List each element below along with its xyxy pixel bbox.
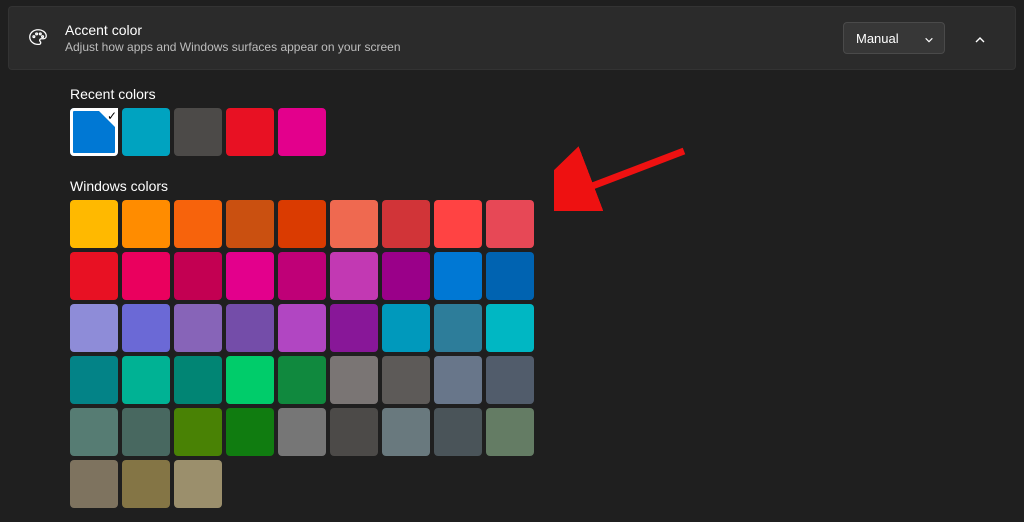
check-icon: ✓ xyxy=(107,109,117,123)
recent-colors-row: ✓ xyxy=(70,108,1024,156)
collapse-button[interactable] xyxy=(961,20,997,56)
windows-color-swatch[interactable] xyxy=(70,200,118,248)
windows-color-row xyxy=(70,304,1024,352)
windows-color-swatch[interactable] xyxy=(70,304,118,352)
accent-mode-dropdown[interactable]: Manual xyxy=(843,22,945,54)
recent-color-swatch[interactable] xyxy=(174,108,222,156)
windows-color-swatch[interactable] xyxy=(278,304,326,352)
windows-color-swatch[interactable] xyxy=(226,252,274,300)
accent-color-title: Accent color xyxy=(65,22,827,39)
windows-color-swatch[interactable] xyxy=(278,356,326,404)
windows-color-swatch[interactable] xyxy=(122,408,170,456)
palette-icon xyxy=(27,27,49,49)
windows-color-row xyxy=(70,460,1024,508)
windows-color-swatch[interactable] xyxy=(226,408,274,456)
windows-color-swatch[interactable] xyxy=(382,304,430,352)
windows-color-swatch[interactable] xyxy=(70,356,118,404)
windows-color-swatch[interactable] xyxy=(122,356,170,404)
windows-color-swatch[interactable] xyxy=(122,460,170,508)
windows-colors-label: Windows colors xyxy=(70,178,1024,194)
windows-color-row xyxy=(70,200,1024,248)
windows-color-swatch[interactable] xyxy=(486,356,534,404)
accent-color-header: Accent color Adjust how apps and Windows… xyxy=(8,6,1016,70)
windows-color-swatch[interactable] xyxy=(382,356,430,404)
chevron-up-icon xyxy=(974,33,984,43)
windows-color-swatch[interactable] xyxy=(382,408,430,456)
windows-color-swatch[interactable] xyxy=(434,200,482,248)
windows-color-swatch[interactable] xyxy=(330,252,378,300)
windows-colors-grid xyxy=(70,200,1024,508)
recent-color-swatch[interactable]: ✓ xyxy=(70,108,118,156)
windows-color-swatch[interactable] xyxy=(434,252,482,300)
windows-color-swatch[interactable] xyxy=(434,356,482,404)
windows-color-swatch[interactable] xyxy=(382,252,430,300)
windows-color-swatch[interactable] xyxy=(330,356,378,404)
recent-color-swatch[interactable] xyxy=(278,108,326,156)
recent-color-swatch[interactable] xyxy=(122,108,170,156)
windows-color-swatch[interactable] xyxy=(434,408,482,456)
windows-color-swatch[interactable] xyxy=(174,408,222,456)
windows-color-swatch[interactable] xyxy=(278,200,326,248)
windows-color-swatch[interactable] xyxy=(486,200,534,248)
windows-color-row xyxy=(70,252,1024,300)
accent-color-subtitle: Adjust how apps and Windows surfaces app… xyxy=(65,40,827,54)
windows-color-swatch[interactable] xyxy=(226,356,274,404)
windows-color-swatch[interactable] xyxy=(174,460,222,508)
windows-color-row xyxy=(70,356,1024,404)
recent-colors-section: Recent colors ✓ xyxy=(70,86,1024,156)
recent-color-swatch[interactable] xyxy=(226,108,274,156)
windows-color-swatch[interactable] xyxy=(330,304,378,352)
windows-color-swatch[interactable] xyxy=(174,304,222,352)
windows-color-swatch[interactable] xyxy=(174,356,222,404)
recent-colors-label: Recent colors xyxy=(70,86,1024,102)
windows-color-swatch[interactable] xyxy=(382,200,430,248)
windows-color-swatch[interactable] xyxy=(122,304,170,352)
windows-color-swatch[interactable] xyxy=(70,460,118,508)
windows-color-swatch[interactable] xyxy=(174,200,222,248)
windows-color-swatch[interactable] xyxy=(486,252,534,300)
accent-color-titleblock: Accent color Adjust how apps and Windows… xyxy=(65,22,827,55)
windows-color-swatch[interactable] xyxy=(70,408,118,456)
windows-color-swatch[interactable] xyxy=(486,304,534,352)
windows-color-swatch[interactable] xyxy=(122,252,170,300)
windows-color-swatch[interactable] xyxy=(226,200,274,248)
windows-color-swatch[interactable] xyxy=(330,408,378,456)
windows-color-swatch[interactable] xyxy=(174,252,222,300)
windows-color-swatch[interactable] xyxy=(434,304,482,352)
windows-color-row xyxy=(70,408,1024,456)
accent-mode-value: Manual xyxy=(856,31,899,46)
chevron-down-icon xyxy=(924,33,934,43)
windows-color-swatch[interactable] xyxy=(330,200,378,248)
windows-colors-section: Windows colors xyxy=(70,178,1024,508)
windows-color-swatch[interactable] xyxy=(278,408,326,456)
windows-color-swatch[interactable] xyxy=(486,408,534,456)
windows-color-swatch[interactable] xyxy=(70,252,118,300)
windows-color-swatch[interactable] xyxy=(122,200,170,248)
windows-color-swatch[interactable] xyxy=(278,252,326,300)
windows-color-swatch[interactable] xyxy=(226,304,274,352)
